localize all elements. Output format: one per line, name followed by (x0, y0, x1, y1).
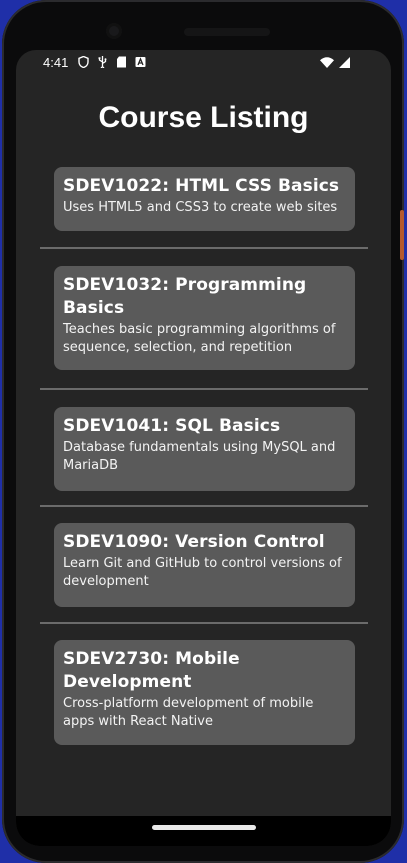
front-camera (106, 23, 122, 39)
course-description: Learn Git and GitHub to control versions… (63, 556, 342, 589)
status-time: 4:41 (43, 55, 69, 70)
course-description: Teaches basic programming algorithms of … (63, 322, 336, 355)
course-title: SDEV2730: Mobile Development (63, 649, 240, 692)
course-card[interactable]: SDEV2730: Mobile Development Cross-platf… (54, 640, 355, 745)
sd-card-icon (116, 56, 127, 68)
course-description: Cross-platform development of mobile app… (63, 696, 314, 729)
wifi-icon (320, 57, 334, 71)
course-description: Database fundamentals using MySQL and Ma… (63, 440, 336, 473)
course-card[interactable]: SDEV1090: Version Control Learn Git and … (54, 523, 355, 607)
status-left-icons (78, 55, 146, 70)
app-screen: 4:41 Course Listing SDEV1022: HTML CSS B… (16, 50, 391, 846)
course-description: Uses HTML5 and CSS3 to create web sites (63, 200, 338, 215)
home-gesture-pill[interactable] (152, 825, 256, 830)
text-a-icon (135, 56, 146, 68)
course-card[interactable]: SDEV1022: HTML CSS Basics Uses HTML5 and… (54, 167, 355, 231)
power-button (400, 210, 404, 260)
course-title: SDEV1032: Programming Basics (63, 275, 307, 318)
signal-icon (339, 57, 350, 71)
list-item[interactable]: SDEV1032: Programming Basics Teaches bas… (16, 249, 391, 388)
course-title: SDEV1090: Version Control (63, 532, 325, 552)
list-item[interactable]: SDEV1041: SQL Basics Database fundamenta… (16, 390, 391, 505)
list-item[interactable]: SDEV2730: Mobile Development Cross-platf… (16, 624, 391, 745)
course-card[interactable]: SDEV1041: SQL Basics Database fundamenta… (54, 407, 355, 491)
course-card[interactable]: SDEV1032: Programming Basics Teaches bas… (54, 266, 355, 370)
course-title: SDEV1041: SQL Basics (63, 416, 281, 436)
phone-frame: 4:41 Course Listing SDEV1022: HTML CSS B… (2, 0, 404, 863)
list-item[interactable]: SDEV1090: Version Control Learn Git and … (16, 507, 391, 622)
list-item[interactable]: SDEV1022: HTML CSS Basics Uses HTML5 and… (16, 167, 391, 247)
course-list[interactable]: SDEV1022: HTML CSS Basics Uses HTML5 and… (16, 167, 391, 745)
status-bar: 4:41 (16, 50, 391, 76)
system-nav-bar (16, 816, 391, 846)
status-right-icons (320, 57, 350, 71)
course-title: SDEV1022: HTML CSS Basics (63, 176, 340, 196)
page-title: Course Listing (98, 101, 309, 134)
usb-icon (97, 56, 108, 70)
earpiece-speaker (184, 28, 270, 36)
shield-icon (78, 55, 89, 69)
